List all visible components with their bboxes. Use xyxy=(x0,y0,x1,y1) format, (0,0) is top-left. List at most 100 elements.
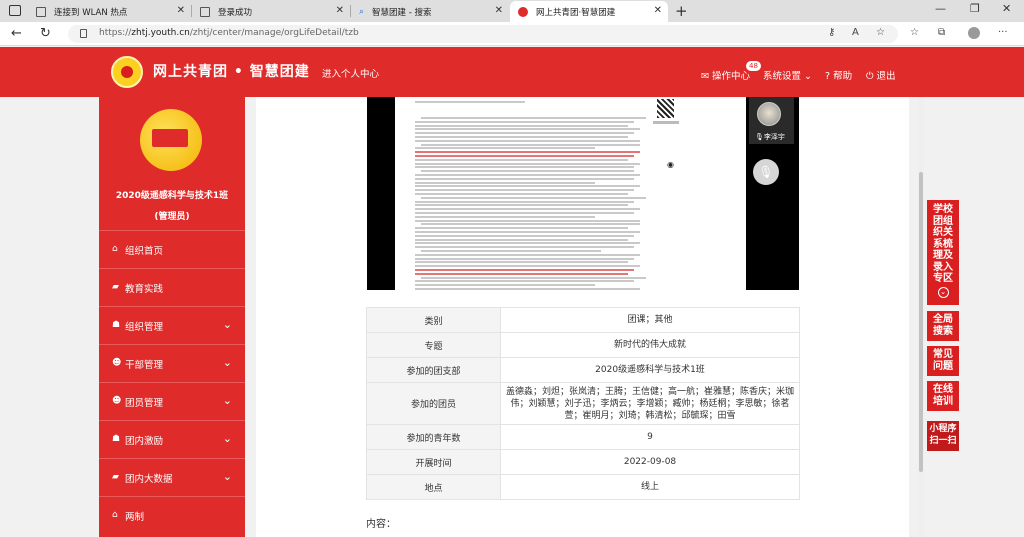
doc-text-line xyxy=(415,185,640,188)
restore-icon[interactable]: ❐ xyxy=(970,2,980,15)
folder-icon: ▰ xyxy=(112,282,119,292)
address-bar: ← ↻ https://zhtj.youth.cn/zhtj/center/ma… xyxy=(0,22,1024,46)
doc-text-line xyxy=(421,276,646,279)
online-training-button[interactable]: 在线培训 xyxy=(927,381,959,411)
doc-text-line xyxy=(415,128,640,131)
sidebar-menu-label: 团员管理 xyxy=(125,398,164,409)
table-row-value: 2020级遥感科学与技术1班 xyxy=(500,357,800,383)
speaker-name: 🎙李泽宇 xyxy=(755,133,785,141)
close-icon[interactable]: ✕ xyxy=(177,5,185,16)
doc-text-line xyxy=(415,238,628,241)
doc-text-line xyxy=(421,250,601,252)
window-menu-icon[interactable] xyxy=(9,5,21,16)
doc-text-line xyxy=(415,242,640,245)
lock-icon xyxy=(80,29,87,38)
url-input[interactable]: https://zhtj.youth.cn/zhtj/center/manage… xyxy=(68,25,898,43)
table-row-label: 专题 xyxy=(366,332,501,358)
close-icon[interactable]: ✕ xyxy=(336,5,344,16)
site-title[interactable]: 网上共青团 • 智慧团建 xyxy=(153,61,310,81)
tab-search[interactable]: ⌕ 智慧团建 - 搜索 ✕ xyxy=(351,1,509,22)
faq-button[interactable]: 常见问题 xyxy=(927,346,959,376)
sidebar-menu-item[interactable]: ☗ 团内激励 ⌄ xyxy=(99,420,245,458)
table-row-label: 参加的团员 xyxy=(366,382,501,425)
avatar xyxy=(757,102,781,126)
table-row-value: 盖德淼；刘炟；张岚清；王腾；王信健；高一航；崔雅慧；陈香庆；米珈伟；刘颖慧；刘子… xyxy=(500,382,800,425)
notification-badge: 48 xyxy=(746,61,761,71)
system-settings-menu[interactable]: 系统设置 ⌄ xyxy=(763,68,812,82)
global-search-button[interactable]: 全局搜索 xyxy=(927,311,959,341)
doc-text-line xyxy=(415,181,595,184)
tab-title: 智慧团建 - 搜索 xyxy=(372,7,432,18)
tab-title: 连接到 WLAN 热点 xyxy=(54,7,128,18)
window-close-icon[interactable]: ✕ xyxy=(1002,2,1011,15)
doc-text-line xyxy=(421,117,646,119)
league-emblem-icon xyxy=(111,56,143,88)
home-icon: ⌂ xyxy=(112,510,118,520)
read-aloud-icon[interactable]: A xyxy=(852,27,859,38)
sidebar-menu-item[interactable]: ☻ 干部管理 ⌄ xyxy=(99,344,245,382)
close-icon[interactable]: ✕ xyxy=(495,5,503,16)
logout-link[interactable]: ⏻ 退出 xyxy=(866,68,896,82)
doc-text-line xyxy=(415,261,628,264)
chevron-down-icon: ⌄ xyxy=(222,394,232,407)
table-row-value: 9 xyxy=(500,424,800,450)
doc-text-line xyxy=(421,196,646,199)
miniprogram-scan-button[interactable]: 小程序扫一扫 xyxy=(927,421,959,451)
chevron-down-icon: ⌄ xyxy=(804,71,813,82)
close-icon[interactable]: ✕ xyxy=(654,5,662,16)
profile-avatar[interactable] xyxy=(968,27,980,39)
user-role: (管理员) xyxy=(154,212,190,222)
table-row: 参加的团员 盖德淼；刘炟；张岚清；王腾；王信健；高一航；崔雅慧；陈香庆；米珈伟；刘… xyxy=(366,382,800,425)
favorites-icon[interactable]: ☆ xyxy=(910,27,919,38)
personal-center-link[interactable]: 进入个人中心 xyxy=(322,66,379,80)
chevron-down-icon: ⌄ xyxy=(222,470,232,483)
site-favicon-icon xyxy=(518,6,528,17)
league-badge-logo xyxy=(140,109,202,171)
doc-text-line xyxy=(415,162,640,165)
sidebar-menu-item[interactable]: ☻ 团员管理 ⌄ xyxy=(99,382,245,420)
tab-wlan[interactable]: 连接到 WLAN 热点 ✕ xyxy=(28,1,191,22)
doc-text-line xyxy=(415,193,628,195)
doc-text-line xyxy=(415,288,640,290)
doc-text-line xyxy=(421,223,640,226)
tab-title: 登录成功 xyxy=(218,7,253,18)
chevron-down-icon: ⌄ xyxy=(222,356,232,369)
sidebar-menu-item[interactable]: ▰ 团内大数据 ⌄ xyxy=(99,458,245,496)
back-icon[interactable]: ← xyxy=(11,26,22,41)
speaker-tile[interactable]: 🎙李泽宇 xyxy=(749,97,794,144)
table-row: 开展时间 2022-09-08 xyxy=(366,449,800,475)
favorite-add-icon[interactable]: ☆ xyxy=(876,27,885,38)
tab-login-success[interactable]: 登录成功 ✕ xyxy=(192,1,350,22)
sidebar-menu-item[interactable]: ⌂ 组织首页 xyxy=(99,230,245,268)
doc-text-line xyxy=(415,158,628,161)
qr-caption xyxy=(653,121,679,124)
minimize-icon[interactable]: — xyxy=(935,2,946,15)
sitemap-icon: ☗ xyxy=(112,320,121,330)
operations-center-link[interactable]: ✉ 操作中心 xyxy=(701,68,750,82)
refresh-icon[interactable]: ↻ xyxy=(40,26,51,41)
tab-zhtj-active[interactable]: 网上共青团·智慧团建 ✕ xyxy=(510,1,668,22)
doc-text-line xyxy=(415,227,628,230)
microphone-button[interactable]: 🎙 xyxy=(753,159,779,185)
table-row: 专题 新时代的伟大成就 xyxy=(366,332,800,358)
sidebar-menu-item[interactable]: ☗ 组织管理 ⌄ xyxy=(99,306,245,344)
mic-icon: 🎙 xyxy=(755,133,764,141)
more-menu-icon[interactable]: ··· xyxy=(998,27,1008,38)
sidebar-menu-item[interactable]: ⌂ 两制 xyxy=(99,496,245,534)
table-row-value: 团课；其他 xyxy=(500,307,800,333)
collections-icon[interactable]: ⧉ xyxy=(938,27,945,38)
new-tab-button[interactable]: + xyxy=(675,2,688,20)
sidebar-menu-item[interactable]: ▰ 教育实践 xyxy=(99,268,245,306)
content-label: 内容： xyxy=(366,519,396,530)
org-relationship-zone-button[interactable]: 学校团组织关系梳理及录入专区 ⌄ xyxy=(927,200,959,305)
org-name: 2020级遥感科学与技术1班 xyxy=(115,191,229,201)
table-row: 参加的青年数 9 xyxy=(366,424,800,450)
scrollbar-thumb[interactable] xyxy=(919,172,923,472)
mic-icon: 🎙 xyxy=(758,165,774,179)
doc-text-line xyxy=(415,136,628,138)
folder-icon: ▰ xyxy=(112,472,119,482)
doc-text-line xyxy=(421,170,634,173)
table-row-value: 线上 xyxy=(500,474,800,500)
help-link[interactable]: ? 帮助 xyxy=(825,68,852,82)
key-icon[interactable]: ⚷ xyxy=(828,27,835,38)
